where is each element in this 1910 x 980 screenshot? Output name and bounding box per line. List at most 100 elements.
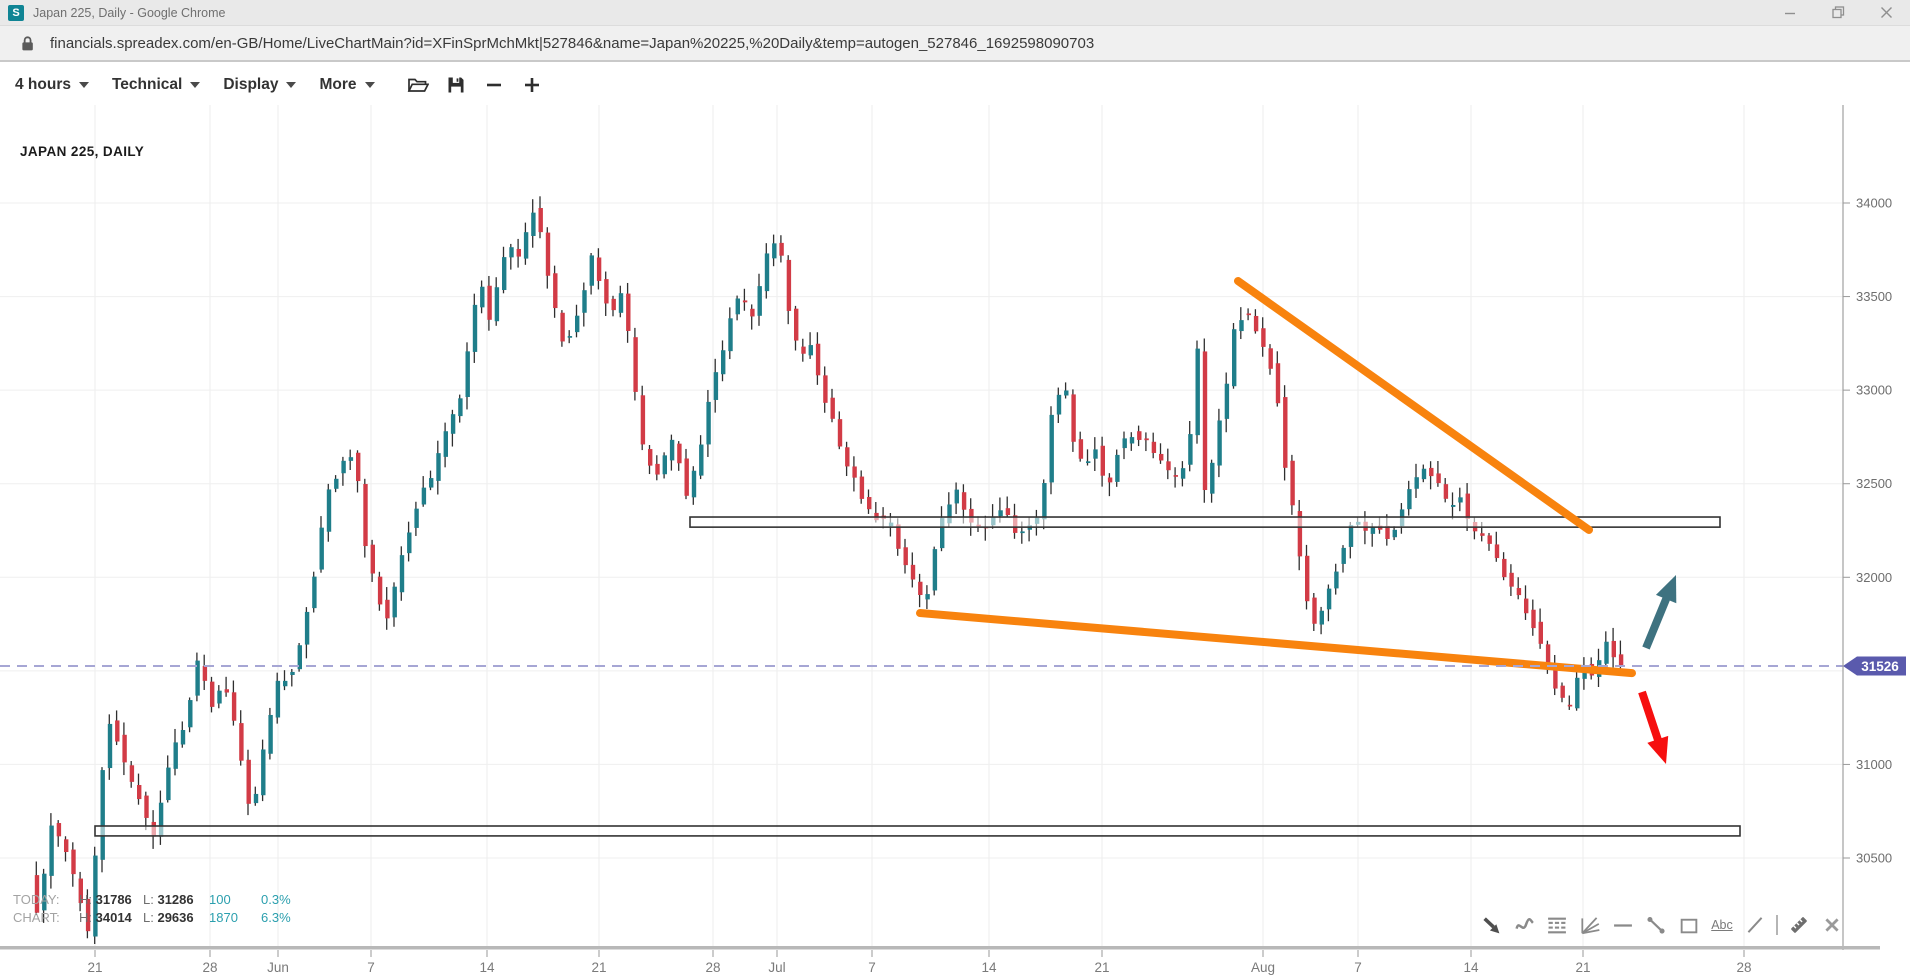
period-dropdown[interactable]: 4 hours [15,76,89,94]
down-arrow[interactable] [1642,692,1668,764]
svg-text:28: 28 [705,960,720,975]
diagonal-line-tool[interactable] [1743,913,1767,937]
pointer-arrow-icon [1481,915,1502,936]
today-range: 100 [209,891,261,909]
save-chart-button[interactable] [444,73,468,97]
period-dropdown-label: 4 hours [15,76,71,94]
svg-text:Jun: Jun [267,960,289,975]
lock-icon[interactable] [18,34,37,53]
svg-text:28: 28 [1736,960,1751,975]
today-low: L: 31286 [143,891,209,909]
svg-text:33000: 33000 [1856,383,1892,398]
rectangle-icon [1678,915,1700,936]
chart-title: JAPAN 225, DAILY [20,144,144,159]
chart-menubar: 4 hours Technical Display More [0,64,1910,105]
minimize-icon [1784,7,1796,19]
open-chart-button[interactable] [406,73,430,97]
svg-text:21: 21 [1575,960,1590,975]
svg-text:14: 14 [1463,960,1479,975]
zoom-out-button[interactable] [482,73,506,97]
svg-text:7: 7 [868,960,876,975]
svg-text:14: 14 [981,960,997,975]
today-label: TODAY: [13,891,79,909]
horizontal-line-icon [1612,915,1634,936]
technical-dropdown-label: Technical [112,76,182,94]
resistance-zone[interactable] [690,517,1720,527]
rectangle-tool[interactable] [1677,913,1701,937]
horizontal-line-tool[interactable] [1611,913,1635,937]
svg-text:30500: 30500 [1856,851,1892,866]
svg-text:7: 7 [1354,960,1362,975]
chevron-down-icon [79,82,89,88]
stats-row-today: TODAY: H: 31786 L: 31286 100 0.3% [13,891,291,909]
svg-text:21: 21 [1094,960,1109,975]
zoom-in-button[interactable] [520,73,544,97]
curve-icon [1514,915,1535,936]
save-icon [446,75,466,95]
chart-low: L: 29636 [143,909,209,927]
svg-text:32000: 32000 [1856,570,1892,585]
window-titlebar: S Japan 225, Daily - Google Chrome [0,0,1910,26]
svg-text:32500: 32500 [1856,476,1892,491]
technical-dropdown[interactable]: Technical [112,76,200,94]
price-chart[interactable]: 34000 33500 33000 32500 32000 31000 30500 21 28 J… [0,105,1910,980]
restore-button[interactable] [1814,0,1862,25]
chevron-down-icon [286,82,296,88]
chart-stats: TODAY: H: 31786 L: 31286 100 0.3% CHART:… [13,891,291,927]
pointer-arrow-tool[interactable] [1479,913,1503,937]
address-bar: financials.spreadex.com/en-GB/Home/LiveC… [0,26,1910,62]
table-tool[interactable] [1545,913,1569,937]
chevron-down-icon [365,82,375,88]
stats-row-chart: CHART: H: 34014 L: 29636 1870 6.3% [13,909,291,927]
svg-text:Aug: Aug [1251,960,1275,975]
svg-text:7: 7 [367,960,375,975]
display-dropdown[interactable]: Display [223,76,296,94]
close-button[interactable] [1862,0,1910,25]
text-tool[interactable]: Abc [1710,913,1734,937]
svg-text:14: 14 [479,960,495,975]
x-axis: 2128Jun7142128Jul71421Aug7142128 [0,946,1880,975]
chart-range: 1870 [209,909,261,927]
chart-percent: 6.3% [261,909,291,927]
support-zone[interactable] [95,826,1740,836]
svg-text:33500: 33500 [1856,289,1892,304]
text-tool-label: Abc [1711,918,1733,932]
open-folder-icon [407,75,429,95]
svg-text:21: 21 [591,960,606,975]
minimize-button[interactable] [1766,0,1814,25]
fan-lines-tool[interactable] [1578,913,1602,937]
curve-tool[interactable] [1512,913,1536,937]
svg-text:31000: 31000 [1856,757,1892,772]
fan-lines-icon [1579,914,1601,936]
url-text[interactable]: financials.spreadex.com/en-GB/Home/LiveC… [50,35,1094,52]
trendline-tool[interactable] [1644,913,1668,937]
diagonal-line-icon [1744,914,1766,936]
chevron-down-icon [190,82,200,88]
restore-icon [1832,6,1845,19]
close-icon [1880,6,1893,19]
trendline-icon [1645,914,1667,936]
svg-text:31526: 31526 [1861,659,1899,674]
ruler-tool[interactable] [1787,913,1811,937]
svg-text:34000: 34000 [1856,196,1892,211]
current-price-badge: 31526 [1843,656,1906,675]
plus-icon [523,76,541,94]
minus-icon [485,76,503,94]
ruler-icon [1787,913,1811,937]
chart-area: 34000 33500 33000 32500 32000 31000 30500 21 28 J… [0,105,1910,980]
y-axis: 34000 33500 33000 32500 32000 31000 30500 [1843,105,1892,950]
app-icon: S [8,5,24,21]
lower-trendline[interactable] [920,613,1632,673]
more-dropdown[interactable]: More [319,76,374,94]
more-dropdown-label: More [319,76,356,94]
toolbar-separator [1776,915,1778,935]
up-arrow[interactable] [1646,575,1676,648]
window-title: Japan 225, Daily - Google Chrome [33,6,225,20]
svg-text:28: 28 [202,960,217,975]
svg-text:21: 21 [87,960,102,975]
close-drawing-tool[interactable] [1820,913,1844,937]
today-percent: 0.3% [261,891,291,909]
chart-high: H: 34014 [79,909,143,927]
display-dropdown-label: Display [223,76,278,94]
close-x-icon [1823,916,1841,934]
